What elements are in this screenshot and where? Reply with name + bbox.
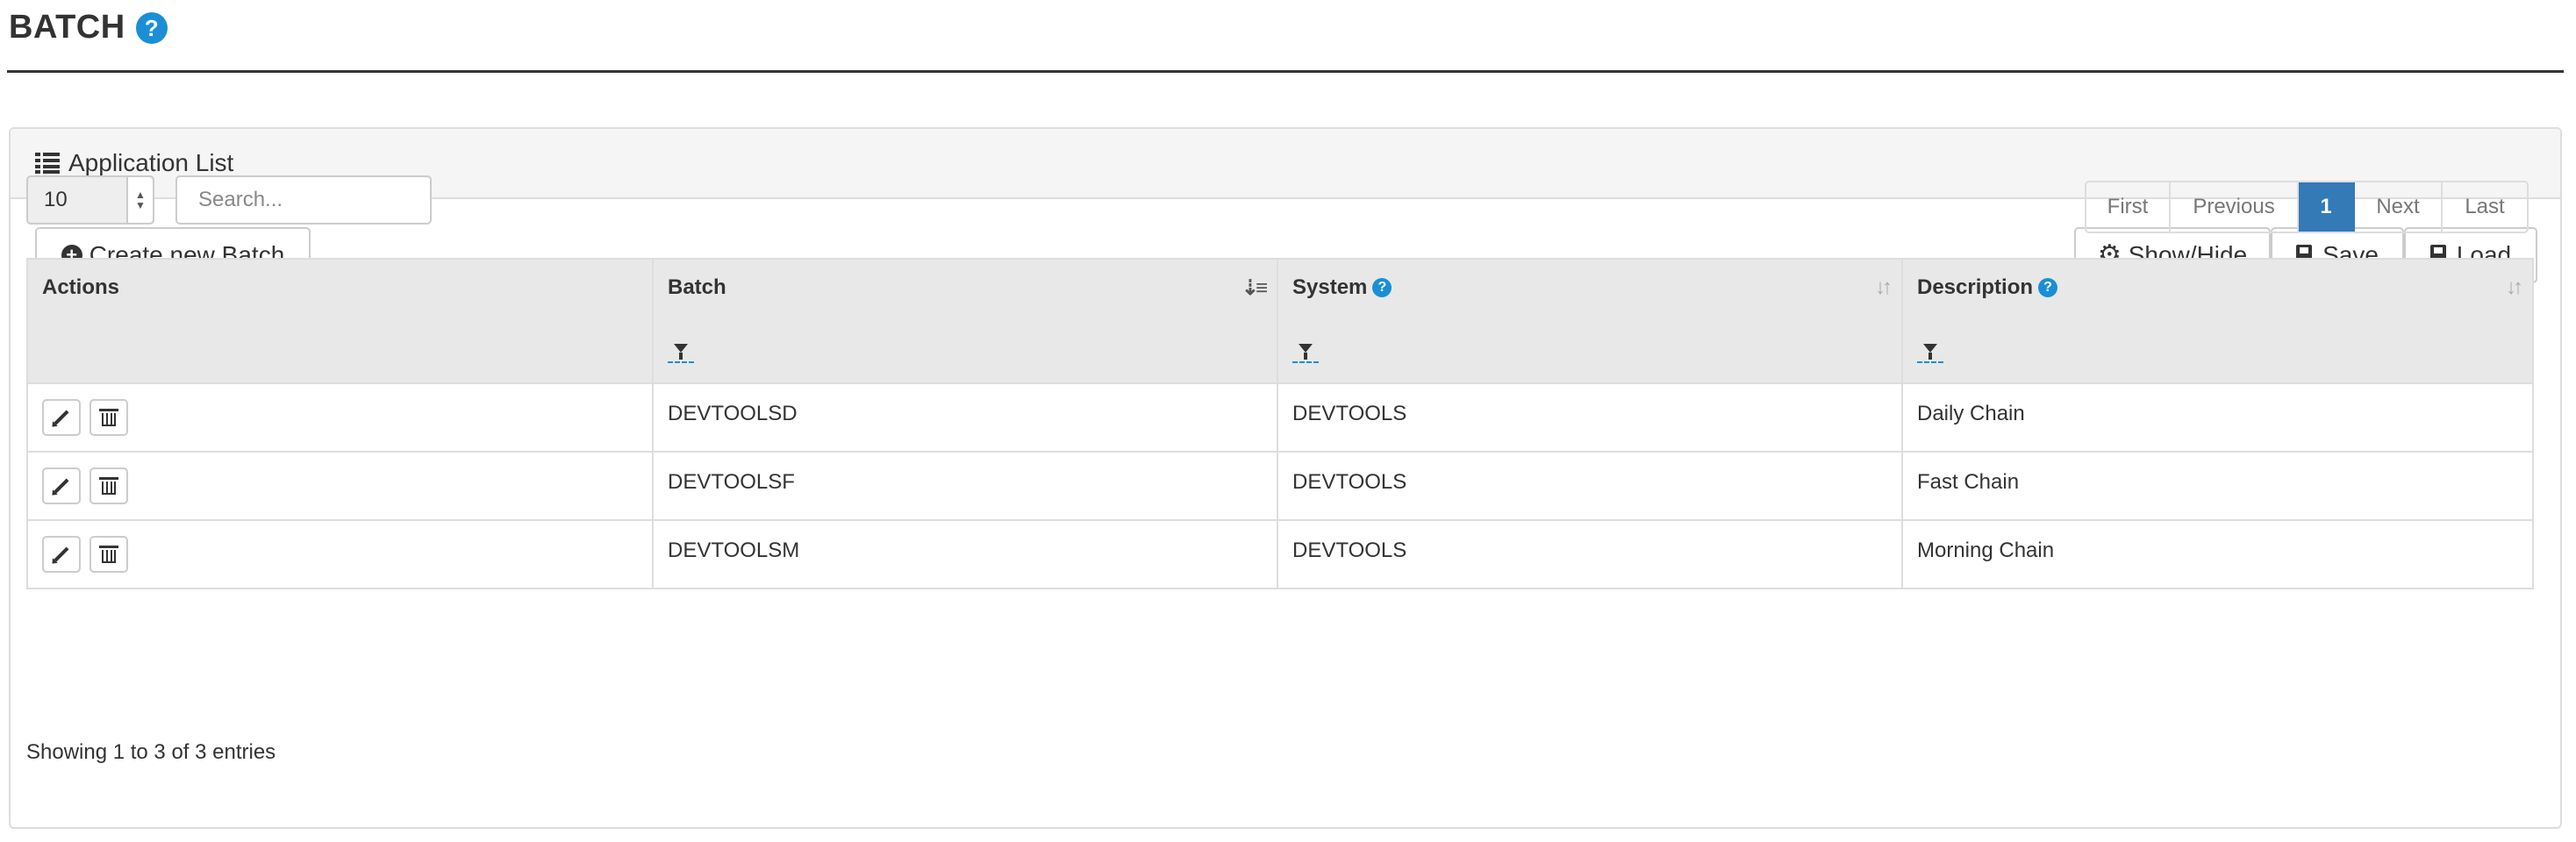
description-help-icon[interactable]: ? [2038, 278, 2058, 297]
table-header-row: Actions Batch ⇣≡ System? ↓↑ Description?… [26, 258, 2534, 384]
page-title: BATCH [9, 9, 125, 46]
column-actions-label: Actions [42, 275, 120, 299]
delete-button[interactable] [89, 536, 128, 573]
cell-description: Fast Chain [1901, 451, 2534, 521]
title-divider [7, 70, 2564, 73]
trash-icon [99, 546, 118, 563]
table-row: DEVTOOLSM DEVTOOLS Morning Chain [26, 519, 2534, 589]
system-help-icon[interactable]: ? [1372, 278, 1392, 297]
search-input[interactable] [175, 175, 432, 225]
row-actions [26, 519, 654, 589]
list-icon [35, 153, 60, 174]
page-first[interactable]: First [2086, 182, 2171, 232]
column-description-label: Description [1917, 275, 2034, 299]
column-system[interactable]: System? ↓↑ [1277, 258, 1903, 384]
page-last[interactable]: Last [2443, 182, 2527, 232]
row-actions [26, 451, 654, 521]
column-batch-label: Batch [668, 275, 726, 299]
batch-filter-icon[interactable] [668, 344, 694, 363]
page: BATCH ? Application List + Create new Ba… [0, 0, 2576, 842]
cell-system: DEVTOOLS [1277, 382, 1903, 453]
pencil-icon [54, 546, 69, 562]
sort-ascending-icon[interactable]: ⇣≡ [1241, 275, 1268, 301]
select-arrows-icon: ▲ ▼ [126, 177, 153, 223]
trash-icon [99, 477, 118, 495]
page-length-value: 10 [44, 188, 68, 211]
sort-both-icon[interactable]: ↓↑ [1875, 275, 1893, 300]
cell-description: Daily Chain [1901, 382, 2534, 453]
trash-icon [99, 409, 118, 426]
panel-title: Application List [68, 149, 234, 176]
row-actions [26, 382, 654, 453]
delete-button[interactable] [89, 467, 128, 504]
help-icon[interactable]: ? [135, 11, 168, 44]
batch-table: Actions Batch ⇣≡ System? ↓↑ Description?… [26, 258, 2534, 589]
pencil-icon [54, 410, 69, 425]
cell-batch: DEVTOOLSD [652, 382, 1278, 453]
system-filter-icon[interactable] [1292, 344, 1319, 363]
cell-batch: DEVTOOLSF [652, 451, 1278, 521]
cell-system: DEVTOOLS [1277, 451, 1903, 521]
sort-both-icon[interactable]: ↓↑ [2506, 275, 2523, 300]
pagination: First Previous 1 Next Last [2085, 181, 2529, 233]
cell-description: Morning Chain [1901, 519, 2534, 589]
page-previous[interactable]: Previous [2171, 182, 2299, 232]
column-system-label: System [1292, 275, 1368, 299]
edit-button[interactable] [42, 536, 81, 573]
page-current[interactable]: 1 [2299, 182, 2355, 232]
table-info: Showing 1 to 3 of 3 entries [26, 740, 276, 764]
page-length-select[interactable]: 10 ▲ ▼ [26, 175, 154, 225]
edit-button[interactable] [42, 467, 81, 504]
table-row: DEVTOOLSF DEVTOOLS Fast Chain [26, 451, 2534, 521]
cell-batch: DEVTOOLSM [652, 519, 1278, 589]
page-next[interactable]: Next [2355, 182, 2443, 232]
cell-system: DEVTOOLS [1277, 519, 1903, 589]
page-header: BATCH ? [9, 9, 168, 46]
description-filter-icon[interactable] [1917, 344, 1943, 363]
column-batch[interactable]: Batch ⇣≡ [652, 258, 1278, 384]
delete-button[interactable] [89, 399, 128, 436]
column-actions: Actions [26, 258, 654, 384]
table-row: DEVTOOLSD DEVTOOLS Daily Chain [26, 382, 2534, 453]
edit-button[interactable] [42, 399, 81, 436]
column-description[interactable]: Description? ↓↑ [1901, 258, 2534, 384]
pencil-icon [54, 478, 69, 494]
